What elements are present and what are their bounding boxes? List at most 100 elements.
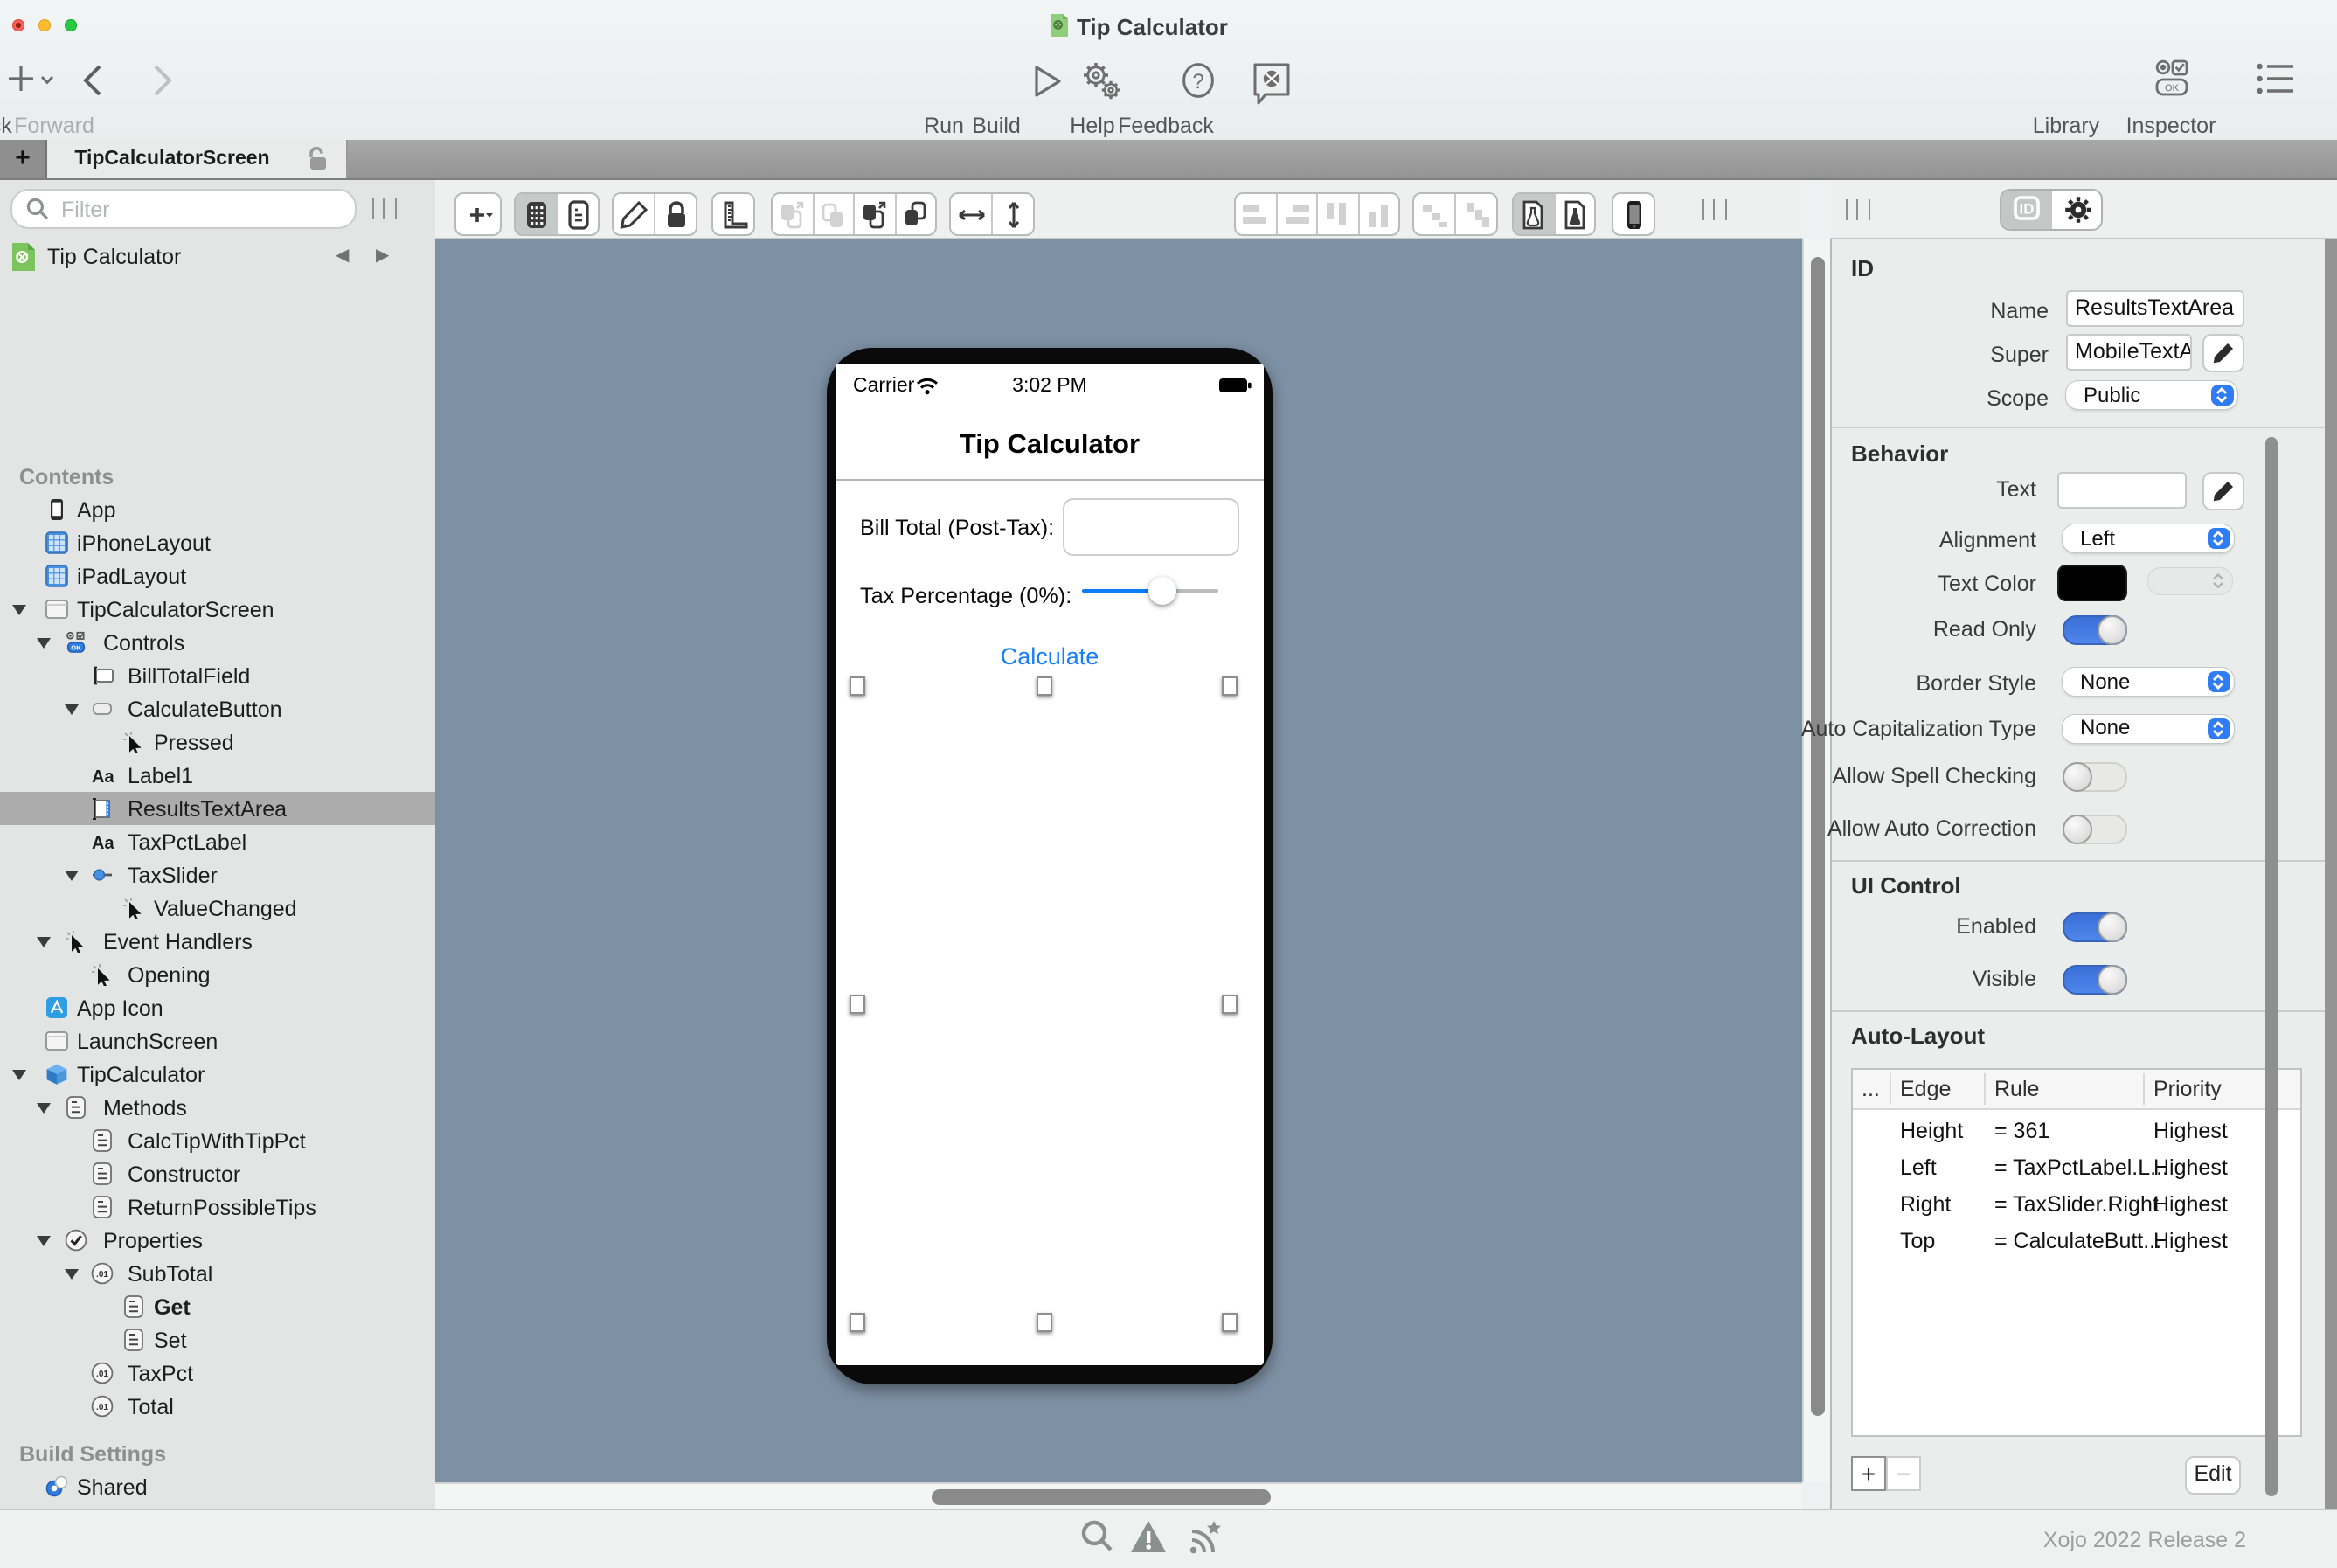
tree-item-shared[interactable]: Shared xyxy=(0,1470,435,1503)
tree-item-methods[interactable]: Methods xyxy=(0,1091,435,1124)
order-backward-button[interactable] xyxy=(894,194,935,234)
calculate-button[interactable]: Calculate xyxy=(836,643,1264,670)
tree-item-iphonelayout[interactable]: iPhoneLayout xyxy=(0,526,435,559)
auto-capitalization-type-dropdown[interactable]: None xyxy=(2063,714,2234,742)
editor-toolbar-grip-icon[interactable] xyxy=(1702,199,1727,220)
horizontal-scroll-thumb[interactable] xyxy=(932,1489,1271,1504)
history-forward-icon[interactable]: ▶ xyxy=(376,246,389,266)
selection-handle[interactable] xyxy=(1036,676,1051,696)
tree-item-resultstextarea[interactable]: ResultsTextArea xyxy=(0,792,435,825)
tree-item-calculatebutton[interactable]: CalculateButton xyxy=(0,692,435,725)
lock-button[interactable] xyxy=(654,194,696,234)
tree-item-tipcalculatorscreen[interactable]: TipCalculatorScreen xyxy=(0,593,435,626)
layout-canvas[interactable]: Carrier 3:02 PM Tip Calculator Bill Tota… xyxy=(435,239,1802,1482)
autolayout-table[interactable]: ... Edge Rule Priority Height = 361 Highest Lef… xyxy=(1851,1068,2302,1437)
insert-control-button[interactable] xyxy=(456,194,500,234)
selection-handle[interactable] xyxy=(1222,676,1238,696)
tree-item-controls[interactable]: OK Controls xyxy=(0,626,435,659)
inspector-grip-icon[interactable] xyxy=(1846,199,1870,220)
tree-item-subtotal[interactable]: .01 SubTotal xyxy=(0,1257,435,1290)
order-forward-button[interactable] xyxy=(853,194,894,234)
tree-item-label1[interactable]: Aa Label1 xyxy=(0,759,435,792)
tree-item-get[interactable]: Get xyxy=(0,1290,435,1323)
tree-item-calctipwithtippct[interactable]: CalcTipWithTipPct xyxy=(0,1124,435,1157)
vertical-scroll-thumb[interactable] xyxy=(1810,257,1824,1416)
tree-item-opening[interactable]: Opening xyxy=(0,958,435,991)
alignment-dropdown[interactable]: Left xyxy=(2063,524,2234,552)
constraint-top-rule[interactable]: = CalculateButt... xyxy=(1994,1229,2161,1253)
text-edit-button[interactable] xyxy=(2202,472,2244,510)
space-vertical-button[interactable] xyxy=(1454,194,1496,234)
align-bottom-button[interactable] xyxy=(1357,194,1398,234)
tree-item-total[interactable]: .01 Total xyxy=(0,1390,435,1423)
search-project-button[interactable] xyxy=(1080,1519,1113,1565)
disclosure-down-icon[interactable] xyxy=(37,1103,51,1114)
tree-item-taxslider[interactable]: TaxSlider xyxy=(0,858,435,892)
disclosure-down-icon[interactable] xyxy=(37,937,51,947)
zoom-button[interactable] xyxy=(65,19,77,31)
selection-handle[interactable] xyxy=(1036,1312,1051,1331)
tree-item-valuechanged[interactable]: ValueChanged xyxy=(0,892,435,925)
tree-item-tipcalculator[interactable]: TipCalculator xyxy=(0,1058,435,1091)
equal-height-button[interactable] xyxy=(991,194,1033,234)
canvas-vertical-scrollbar[interactable] xyxy=(1802,239,1832,1482)
constraint-left-priority[interactable]: Highest xyxy=(2153,1155,2228,1180)
selection-handle[interactable] xyxy=(1222,1312,1238,1331)
tax-slider[interactable] xyxy=(1082,576,1218,604)
canvas-horizontal-scrollbar[interactable] xyxy=(435,1482,1802,1510)
selection-handle[interactable] xyxy=(850,994,865,1013)
disclosure-down-icon[interactable] xyxy=(65,1269,79,1280)
device-preview-button[interactable] xyxy=(1613,194,1654,234)
constraint-left-edge[interactable]: Left xyxy=(1900,1155,1937,1180)
disclosure-down-icon[interactable] xyxy=(12,605,26,615)
tax-percentage-label[interactable]: Tax Percentage (0%): xyxy=(860,584,1071,608)
ruler-button[interactable] xyxy=(713,194,753,234)
tree-item-event-handlers[interactable]: Event Handlers xyxy=(0,925,435,958)
order-front-button[interactable] xyxy=(773,194,812,234)
tree-item-taxpctlabel[interactable]: Aa TaxPctLabel xyxy=(0,825,435,858)
back-button[interactable] xyxy=(80,63,108,98)
align-left-button[interactable] xyxy=(1236,194,1275,234)
allow-auto-correction-toggle[interactable] xyxy=(2063,814,2127,843)
edit-constraints-button[interactable]: Edit xyxy=(2185,1456,2241,1495)
help-button[interactable]: ? xyxy=(1180,61,1217,103)
project-row[interactable]: Tip Calculator ◀ ▶ xyxy=(0,238,435,278)
text-color-swatch[interactable] xyxy=(2057,565,2127,601)
filter-field[interactable] xyxy=(10,189,357,229)
close-button[interactable] xyxy=(12,19,24,31)
enabled-toggle[interactable] xyxy=(2063,912,2127,941)
align-right-button[interactable] xyxy=(1275,194,1316,234)
bill-total-label[interactable]: Bill Total (Post-Tax): xyxy=(860,516,1054,540)
border-style-dropdown[interactable]: None xyxy=(2063,668,2234,696)
build-button[interactable] xyxy=(1082,61,1124,103)
constraint-height-edge[interactable]: Height xyxy=(1900,1119,1963,1143)
constraint-left-rule[interactable]: = TaxPctLabel.L... xyxy=(1994,1155,2168,1180)
equal-width-button[interactable] xyxy=(951,194,991,234)
space-horizontal-button[interactable] xyxy=(1414,194,1454,234)
remove-constraint-button[interactable]: − xyxy=(1886,1456,1921,1491)
code-view-button[interactable] xyxy=(556,194,598,234)
library-button[interactable]: OK xyxy=(2155,59,2188,98)
tab-tipcalculatorscreen[interactable]: TipCalculatorScreen xyxy=(47,140,348,178)
history-back-icon[interactable]: ◀ xyxy=(336,246,349,266)
filter-input[interactable] xyxy=(58,192,344,225)
forward-button[interactable] xyxy=(150,63,178,98)
disclosure-down-icon[interactable] xyxy=(65,871,79,881)
tree-item-launchscreen[interactable]: LaunchScreen xyxy=(0,1024,435,1058)
navigator-grip-icon[interactable] xyxy=(372,198,397,219)
tab-inspector-gear[interactable] xyxy=(2050,190,2101,228)
align-top-button[interactable] xyxy=(1316,194,1357,234)
bill-total-field[interactable] xyxy=(1063,498,1239,556)
tax-slider-thumb[interactable] xyxy=(1148,576,1177,604)
tree-item-billtotalfield[interactable]: BillTotalField xyxy=(0,659,435,692)
tree-item-returnpossibletips[interactable]: ReturnPossibleTips xyxy=(0,1190,435,1224)
constraint-height-rule[interactable]: = 361 xyxy=(1994,1119,2049,1143)
tree-item-pressed[interactable]: Pressed xyxy=(0,725,435,759)
tree-item-set[interactable]: Set xyxy=(0,1323,435,1356)
super-field[interactable]: MobileTextAre xyxy=(2066,334,2192,371)
constraint-right-rule[interactable]: = TaxSlider.Right xyxy=(1994,1192,2159,1217)
selection-handle[interactable] xyxy=(850,676,865,696)
text-field[interactable] xyxy=(2057,472,2187,509)
tree-item-app[interactable]: App xyxy=(0,493,435,526)
warnings-button[interactable] xyxy=(1129,1519,1168,1565)
